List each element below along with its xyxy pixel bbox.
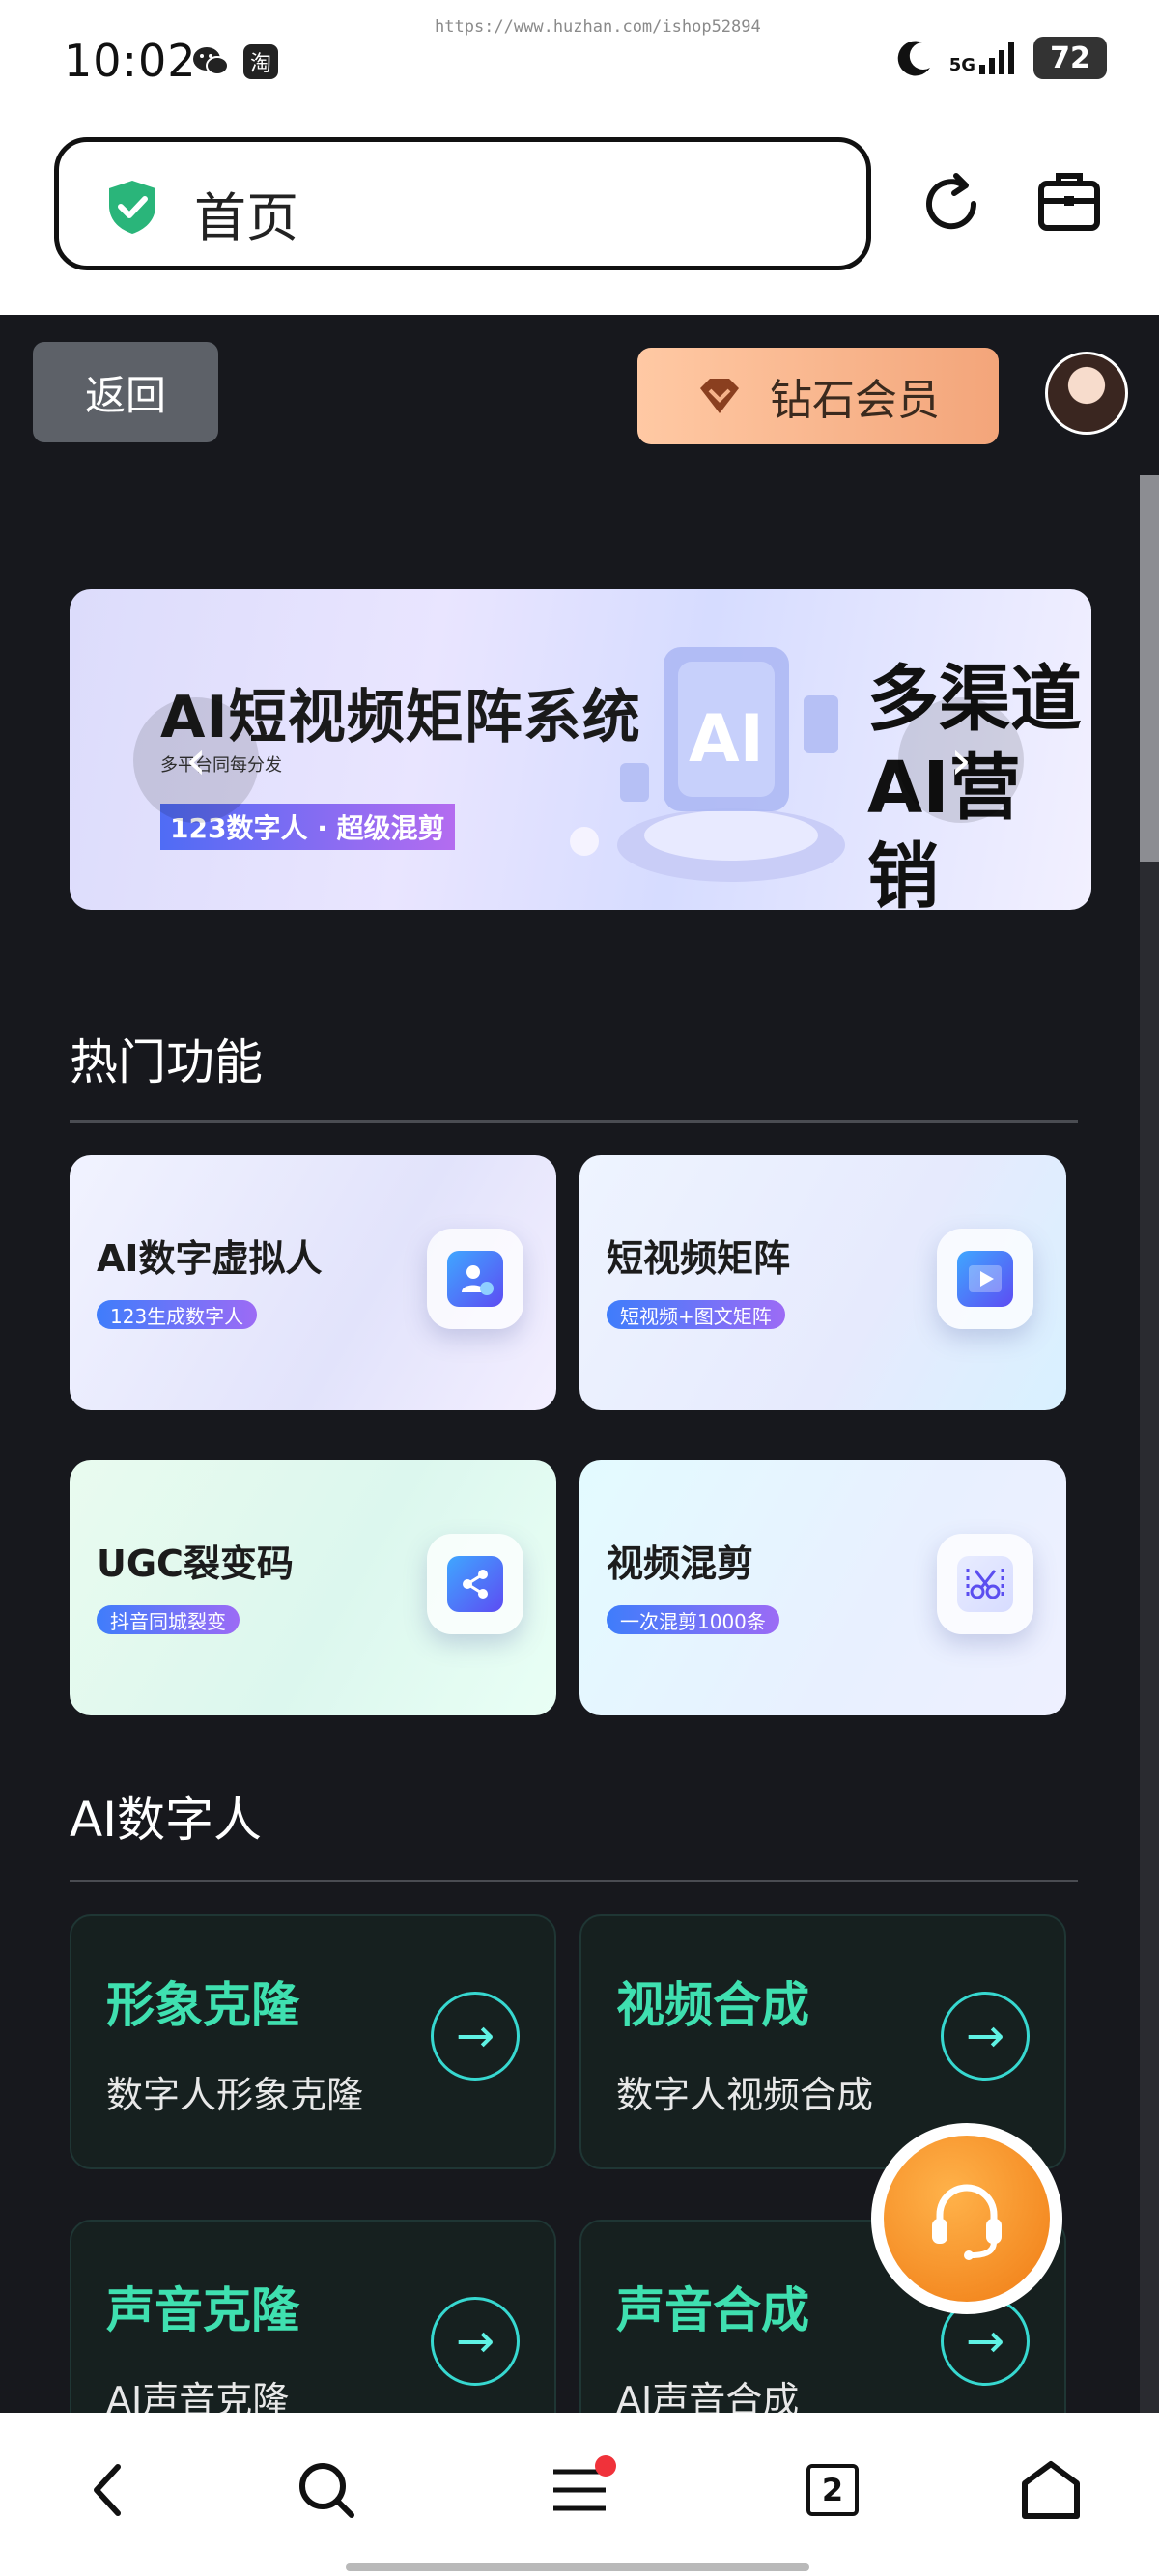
back-button[interactable]: 返回 <box>33 342 218 442</box>
home-icon[interactable] <box>1020 2459 1082 2521</box>
feature-card-tag: 抖音同城裂变 <box>97 1605 240 1634</box>
status-right: 5G 72 <box>893 37 1107 79</box>
tabs-count: 2 <box>806 2464 859 2516</box>
section-title-hot: 热门功能 <box>70 1034 263 1090</box>
notification-dot <box>595 2455 616 2477</box>
address-bar[interactable]: 首页 <box>54 137 871 270</box>
feature-card-video-mix[interactable]: 视频混剪 一次混剪1000条 <box>580 1460 1066 1715</box>
feature-card-title: 短视频矩阵 <box>607 1237 791 1280</box>
vip-button[interactable]: 钻石会员 <box>637 348 999 444</box>
carousel-dot[interactable] <box>570 827 599 856</box>
section-divider <box>70 1880 1078 1882</box>
reload-icon[interactable] <box>918 170 985 238</box>
ai-card-subtitle: AI声音合成 <box>616 2379 800 2413</box>
feature-card-video-matrix[interactable]: 短视频矩阵 短视频+图文矩阵 <box>580 1155 1066 1410</box>
vip-label: 钻石会员 <box>770 376 940 425</box>
ai-card-voice-clone[interactable]: 声音克隆 AI声音克隆 → <box>70 2220 556 2413</box>
wechat-icon <box>193 47 229 75</box>
bottom-navigation: 2 <box>0 2413 1159 2576</box>
battery-indicator: 72 <box>1033 37 1107 79</box>
carousel-prev-arrow[interactable]: ‹ <box>133 697 259 823</box>
avatar[interactable] <box>1045 352 1128 435</box>
status-bar: 10:02 淘 https://www.huzhan.com/ishop5289… <box>0 0 1159 126</box>
ai-card-title: 声音合成 <box>616 2282 809 2338</box>
scrollbar[interactable] <box>1140 475 1159 2413</box>
customer-service-button[interactable] <box>871 2123 1062 2314</box>
feature-card-digital-human[interactable]: AI数字虚拟人 123生成数字人 <box>70 1155 556 1410</box>
digital-human-icon <box>427 1229 523 1329</box>
clock: 10:02 <box>64 35 197 87</box>
feature-card-title: AI数字虚拟人 <box>97 1237 323 1280</box>
network-type: 5G <box>948 55 975 75</box>
ai-card-image-clone[interactable]: 形象克隆 数字人形象克隆 → <box>70 1914 556 2169</box>
watermark-url: https://www.huzhan.com/ishop52894 <box>435 17 761 37</box>
address-text: 首页 <box>194 187 298 248</box>
home-indicator[interactable] <box>346 2563 809 2571</box>
feature-card-tag: 一次混剪1000条 <box>607 1605 779 1634</box>
back-icon[interactable] <box>77 2459 139 2521</box>
shield-check-icon <box>109 181 155 234</box>
taobao-icon: 淘 <box>243 44 278 79</box>
svg-text:淘: 淘 <box>250 52 271 76</box>
feature-card-title: UGC裂变码 <box>97 1543 294 1585</box>
share-icon <box>427 1534 523 1634</box>
ai-card-title: 形象克隆 <box>106 1977 299 2033</box>
signal-icon: 5G <box>949 42 1020 74</box>
section-divider <box>70 1120 1078 1123</box>
ai-chip-text: AI <box>689 701 764 778</box>
moon-icon <box>897 41 930 76</box>
scrollbar-thumb[interactable] <box>1140 475 1159 862</box>
feature-card-title: 视频混剪 <box>607 1543 754 1585</box>
arrow-right-icon[interactable]: → <box>431 1992 520 2081</box>
section-title-ai: AI数字人 <box>70 1792 262 1848</box>
diamond-icon <box>700 379 739 413</box>
arrow-right-icon[interactable]: → <box>431 2297 520 2386</box>
feature-card-tag: 短视频+图文矩阵 <box>607 1300 785 1329</box>
feature-card-tag: 123生成数字人 <box>97 1300 258 1329</box>
carousel-next-arrow[interactable]: › <box>898 697 1024 823</box>
ai-chip-illustration: AI <box>617 647 845 882</box>
headset-icon <box>932 2184 1002 2260</box>
ai-card-subtitle: AI声音克隆 <box>106 2379 290 2413</box>
scissors-icon <box>937 1534 1033 1634</box>
ai-card-subtitle: 数字人视频合成 <box>616 2074 874 2116</box>
search-icon[interactable] <box>296 2459 357 2521</box>
banner-carousel[interactable]: AI短视频矩阵系统 多平台同每分发 123数字人 · 超级混剪 AI 多渠道 A… <box>70 589 1091 910</box>
tabs-icon[interactable]: 2 <box>802 2459 863 2521</box>
ai-card-subtitle: 数字人形象克隆 <box>106 2074 364 2116</box>
web-page: 返回 钻石会员 AI短视频矩阵系统 多平台同每分发 123数字人 · 超级混剪 … <box>0 315 1159 2413</box>
video-play-icon <box>937 1229 1033 1329</box>
feature-card-ugc[interactable]: UGC裂变码 抖音同城裂变 <box>70 1460 556 1715</box>
arrow-right-icon[interactable]: → <box>941 1992 1030 2081</box>
ai-card-title: 视频合成 <box>616 1977 809 2033</box>
toolbox-icon[interactable] <box>1037 170 1101 234</box>
ai-card-title: 声音克隆 <box>106 2282 299 2338</box>
